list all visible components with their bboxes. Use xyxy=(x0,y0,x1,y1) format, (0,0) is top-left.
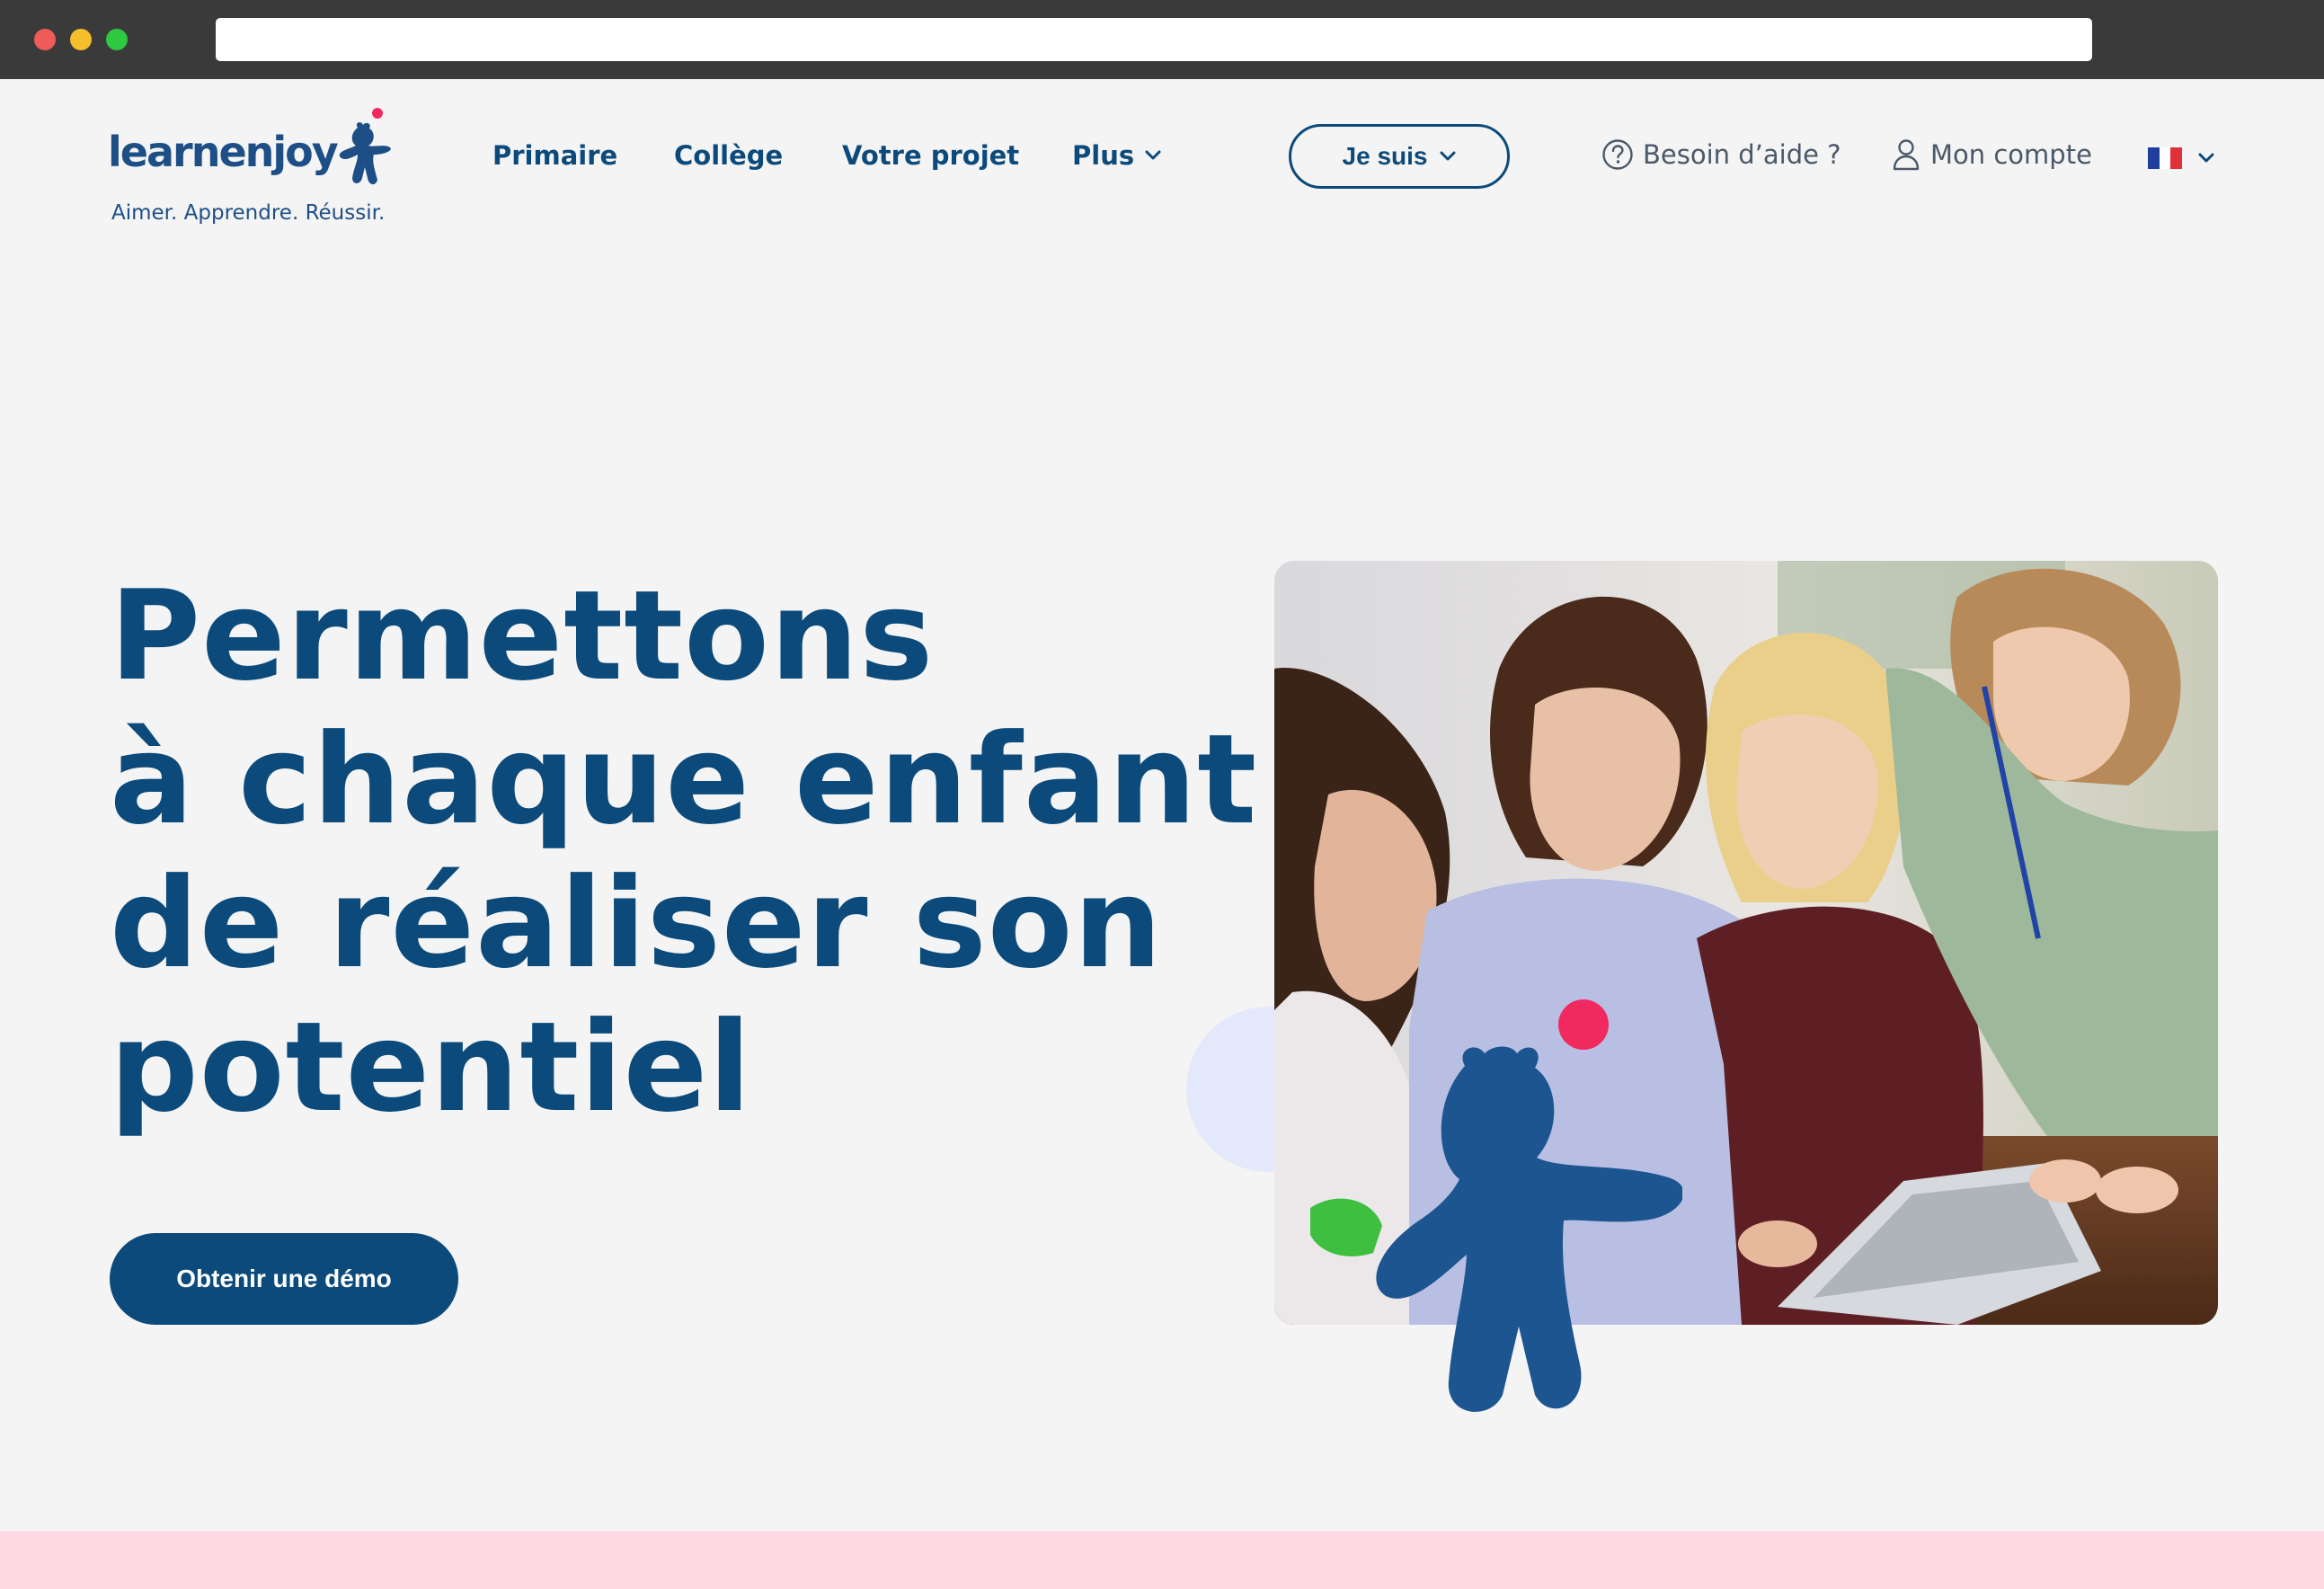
chevron-down-icon xyxy=(1145,150,1161,160)
learnenjoy-logo[interactable]: learnenjoy Aimer. Apprendre. Réussir. xyxy=(108,95,404,225)
france-flag-icon xyxy=(2148,147,2183,169)
hero-title-line: de réaliser son xyxy=(110,851,1163,996)
user-icon xyxy=(1893,139,1920,171)
address-bar[interactable] xyxy=(216,18,2092,61)
je-suis-dropdown-button[interactable]: Je suis xyxy=(1289,124,1510,189)
language-selector[interactable] xyxy=(2148,147,2214,169)
je-suis-label: Je suis xyxy=(1342,142,1428,170)
help-label: Besoin d’aide ? xyxy=(1643,139,1841,170)
chevron-down-icon xyxy=(2198,153,2214,163)
nav-item-primaire[interactable]: Primaire xyxy=(492,140,617,171)
minimize-window-button[interactable] xyxy=(70,29,92,50)
maximize-window-button[interactable] xyxy=(106,29,128,50)
nav-item-plus[interactable]: Plus xyxy=(1072,140,1161,171)
nav-plus-label: Plus xyxy=(1072,140,1135,171)
logo-tagline: Aimer. Apprendre. Réussir. xyxy=(111,201,386,225)
mascot-logo-icon xyxy=(339,108,391,185)
close-window-button[interactable] xyxy=(34,29,56,50)
nav-item-college[interactable]: Collège xyxy=(674,140,783,171)
hero-title-line: à chaque enfant xyxy=(110,707,1258,852)
account-link[interactable]: Mon compte xyxy=(1893,138,2092,171)
next-section-band xyxy=(0,1531,2324,1589)
nav-item-votre-projet[interactable]: Votre projet xyxy=(842,140,1019,171)
site-header: learnenjoy Aimer. Apprendre. Réussir. Pr… xyxy=(0,79,2324,250)
help-link[interactable]: Besoin d’aide ? xyxy=(1601,138,1841,171)
mascot-illustration xyxy=(1376,999,1682,1412)
hero-title: Permettons à chaque enfant de réaliser s… xyxy=(110,564,1260,1140)
hero-title-line: potentiel xyxy=(110,995,752,1140)
obtenir-demo-button[interactable]: Obtenir une démo xyxy=(110,1233,458,1325)
chevron-down-icon xyxy=(1440,151,1456,161)
account-label: Mon compte xyxy=(1930,139,2092,170)
logo-wordmark: learnenjoy xyxy=(108,128,339,176)
hero-title-line: Permettons xyxy=(110,564,935,708)
question-circle-icon xyxy=(1602,139,1633,170)
browser-chrome xyxy=(0,0,2324,79)
